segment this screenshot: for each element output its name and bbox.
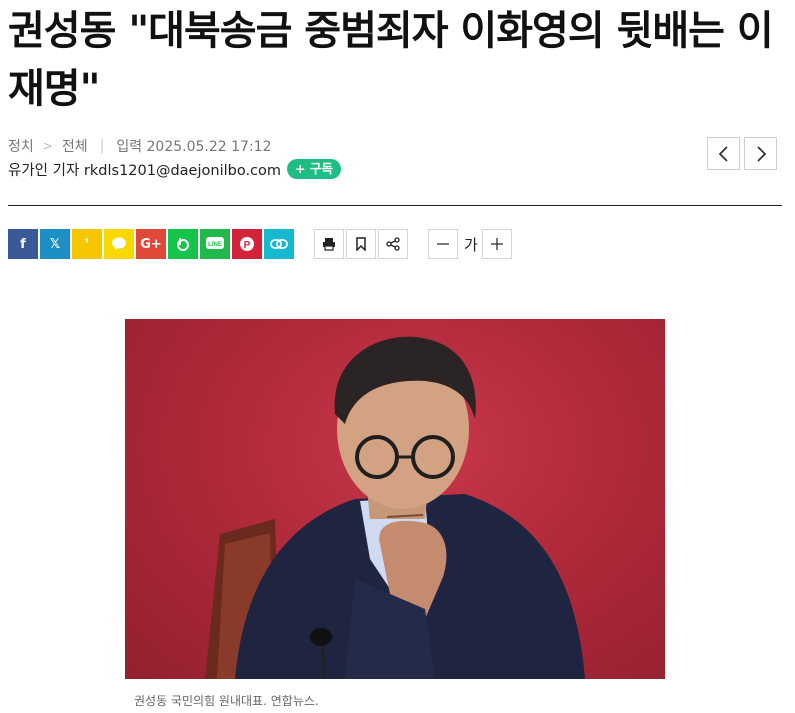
subscribe-button[interactable]: + 구독 xyxy=(287,159,341,179)
article-nav xyxy=(707,137,777,170)
article-meta: 정치 > 전체 | 입력 2025.05.22 17:12 xyxy=(8,136,271,156)
share-toolbar: f 𝕏 ❜ G+ LINE P 가 xyxy=(8,229,514,259)
facebook-share-button[interactable]: f xyxy=(8,229,38,259)
googleplus-icon: G+ xyxy=(140,236,162,252)
facebook-icon: f xyxy=(20,236,26,252)
printer-icon xyxy=(323,238,335,251)
font-decrease-button[interactable] xyxy=(428,229,458,259)
bookmark-icon xyxy=(356,237,366,251)
pinterest-share-button[interactable]: P xyxy=(232,229,262,259)
article-headline: 권성동 "대북송금 중범죄자 이화영의 뒷배는 이재명" xyxy=(8,8,774,112)
photo-caption: 권성동 국민의힘 원내대표. 연합뉴스. xyxy=(134,694,319,708)
pinterest-label: P xyxy=(244,240,251,251)
band-icon xyxy=(177,238,189,251)
x-icon: 𝕏 xyxy=(49,236,61,252)
pinterest-icon: P xyxy=(240,237,254,251)
share-button[interactable] xyxy=(378,229,408,259)
chevron-right-icon xyxy=(756,145,766,162)
prev-article-button[interactable] xyxy=(707,137,740,170)
link-copy-button[interactable] xyxy=(264,229,294,259)
plus-icon xyxy=(490,238,503,250)
chevron-left-icon xyxy=(718,145,728,162)
line-share-button[interactable]: LINE xyxy=(200,229,230,259)
published-date: 입력 2025.05.22 17:12 xyxy=(116,139,272,155)
x-share-button[interactable]: 𝕏 xyxy=(40,229,70,259)
next-article-button[interactable] xyxy=(744,137,777,170)
author-row: 유가인 기자 rkdls1201@daejonilbo.com + 구독 xyxy=(8,157,341,181)
subcategory-link[interactable]: 전체 xyxy=(62,136,88,156)
band-share-button[interactable] xyxy=(168,229,198,259)
print-button[interactable] xyxy=(314,229,344,259)
article-photo xyxy=(125,319,665,679)
line-label: LINE xyxy=(208,242,222,248)
minus-icon xyxy=(437,243,449,245)
line-icon: LINE xyxy=(206,237,224,249)
chevron-right-icon: > xyxy=(42,139,53,153)
kakaostory-share-button[interactable]: ❜ xyxy=(72,229,102,259)
portrait-illustration xyxy=(205,336,585,679)
share-icon xyxy=(386,237,400,251)
kakaotalk-share-button[interactable] xyxy=(104,229,134,259)
category-link[interactable]: 정치 xyxy=(8,136,34,156)
bookmark-button[interactable] xyxy=(346,229,376,259)
googleplus-share-button[interactable]: G+ xyxy=(136,229,166,259)
header-divider xyxy=(8,205,782,206)
author-byline: 유가인 기자 rkdls1201@daejonilbo.com xyxy=(8,162,282,179)
divider-bar: | xyxy=(99,138,105,154)
link-icon xyxy=(270,239,288,249)
font-size-label: 가 xyxy=(464,235,478,254)
kakaotalk-icon xyxy=(112,237,126,250)
kakaostory-icon: ❜ xyxy=(84,236,90,252)
font-increase-button[interactable] xyxy=(481,229,512,259)
